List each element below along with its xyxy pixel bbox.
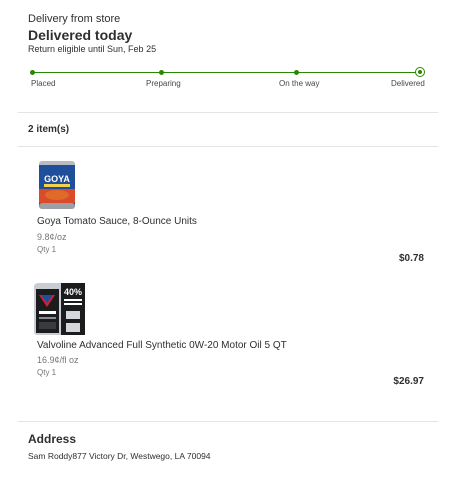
step-dot-delivered (415, 67, 425, 77)
item-name[interactable]: Goya Tomato Sauce, 8-Ounce Units (37, 216, 197, 227)
step-label-on-the-way: On the way (279, 79, 320, 88)
item-price: $0.78 (398, 253, 424, 264)
goya-can-image[interactable]: GOYA (35, 159, 79, 211)
item-qty: Qty 1 (37, 245, 57, 254)
progress-line (32, 71, 418, 73)
divider (18, 146, 438, 147)
step-label-placed: Placed (31, 79, 56, 88)
items-count: 2 item(s) (28, 124, 70, 135)
item-qty: Qty 1 (37, 368, 57, 377)
item-unit-price: 9.8¢/oz (37, 232, 67, 242)
divider (18, 112, 438, 113)
item-name[interactable]: Valvoline Advanced Full Synthetic 0W-20 … (37, 340, 287, 351)
divider (18, 421, 438, 422)
address-title: Address (28, 432, 77, 446)
step-label-preparing: Preparing (146, 79, 181, 88)
return-eligibility-note: Return eligible until Sun, Feb 25 (28, 44, 157, 54)
valvoline-label-text: 40% (64, 287, 82, 297)
goya-logo-text: GOYA (44, 174, 70, 184)
delivery-type-label: Delivery from store (28, 13, 121, 25)
item-price: $26.97 (393, 376, 424, 387)
address-line: Sam Roddy877 Victory Dr, Westwego, LA 70… (28, 451, 211, 461)
step-dot-placed (29, 69, 35, 75)
step-dot-preparing (158, 69, 164, 75)
valvoline-jug-image[interactable]: 40% (31, 281, 87, 337)
delivery-status-title: Delivered today (28, 27, 133, 43)
step-dot-on-the-way (293, 69, 299, 75)
item-unit-price: 16.9¢/fl oz (37, 355, 79, 365)
delivery-progress-tracker (29, 67, 425, 79)
step-label-delivered: Delivered (391, 79, 425, 88)
